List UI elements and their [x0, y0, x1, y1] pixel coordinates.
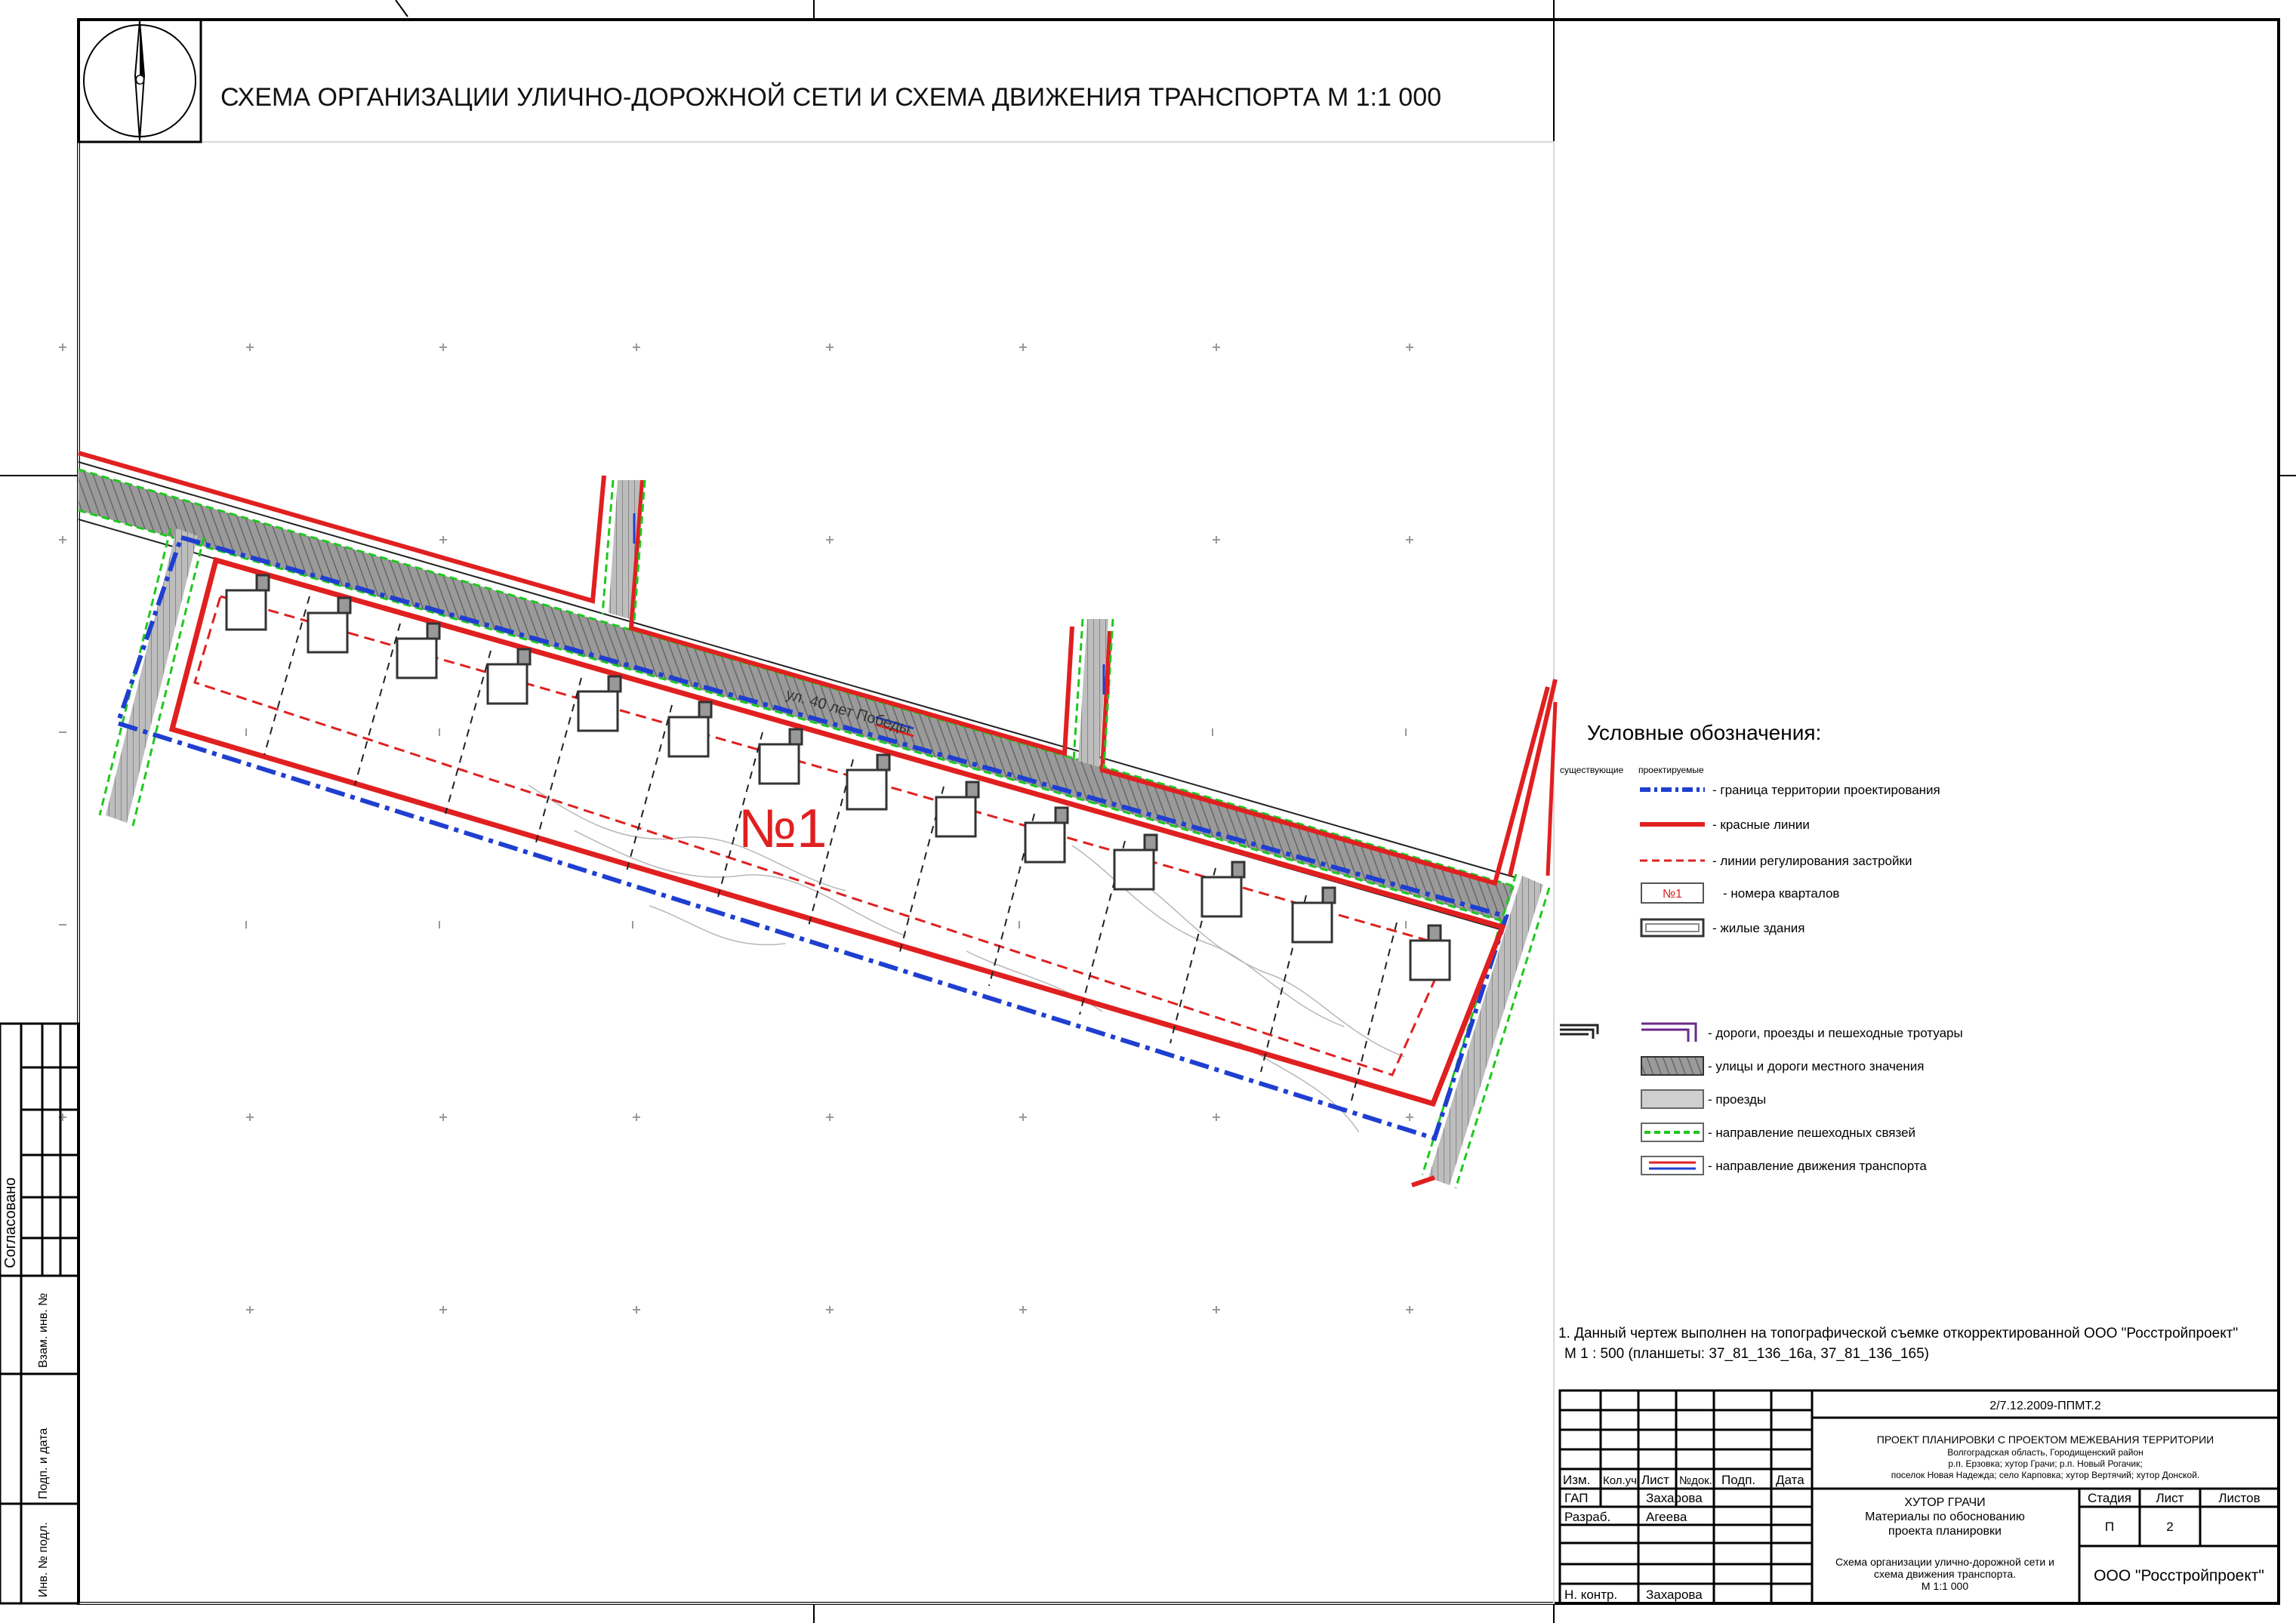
tb-drawing-line1: Схема организации улично-дорожной сети и: [1835, 1556, 2054, 1568]
map-area: №1 ул. 40 лет Победы: [78, 451, 1558, 1189]
tb-drawing-line2: схема движения транспорта.: [1874, 1568, 2016, 1580]
title-block: Изм. Кол.уч Лист №док. Подп. Дата ГАП За…: [1558, 1389, 2280, 1605]
building: [758, 728, 803, 785]
north-label: С: [135, 72, 145, 88]
tb-stage-label: Стадия: [2088, 1491, 2131, 1505]
legend-symbol-roads: [1560, 1022, 1697, 1042]
tb-project-line3: р.п. Ерзовка; хутор Грачи; р.п. Новый Ро…: [1948, 1458, 2142, 1469]
tb-header-ndok: №док.: [1679, 1474, 1712, 1487]
tb-doc-code: 2/7.12.2009-ППМТ.2: [1989, 1400, 2101, 1412]
legend-symbol-traffic: [1641, 1156, 1704, 1175]
note-line-1: 1. Данный чертеж выполнен на топографиче…: [1558, 1326, 2238, 1341]
tb-header-data: Дата: [1776, 1473, 1804, 1487]
page-title: СХЕМА ОРГАНИЗАЦИИ УЛИЧНО-ДОРОЖНОЙ СЕТИ И…: [220, 83, 1441, 112]
north-arrow: С: [77, 18, 202, 143]
tb-name-gap: Захарова: [1646, 1491, 1703, 1505]
tb-header-podp: Подп.: [1721, 1473, 1755, 1487]
building: [307, 596, 352, 654]
tb-role-nkontr: Н. контр.: [1564, 1588, 1617, 1602]
tb-object-line2: Материалы по обоснованию: [1865, 1511, 2025, 1523]
building: [1291, 886, 1336, 944]
tb-sheets-label: Листов: [2218, 1491, 2260, 1505]
tb-header-izm: Изм.: [1563, 1473, 1590, 1487]
side-sign-date: Подп. и дата: [37, 1428, 50, 1499]
legend-col-existing: существующие: [1560, 765, 1624, 775]
tb-object-line3: проекта планировки: [1888, 1525, 2002, 1538]
building: [577, 675, 622, 732]
tb-sheet-value: 2: [2166, 1520, 2173, 1534]
legend-label-local-streets: - улицы и дороги местного значения: [1708, 1059, 1924, 1073]
block-number: №1: [738, 799, 827, 859]
legend-label-red-lines: - красные линии: [1712, 818, 1810, 832]
note-line-2: М 1 : 500 (планшеты: 37_81_136_16а, 37_8…: [1564, 1346, 1929, 1362]
building: [846, 753, 891, 811]
tb-sheet-label: Лист: [2156, 1491, 2184, 1505]
drawing-sheet: С СХЕМА ОРГАНИЗАЦИИ УЛИЧНО-ДОРОЖНОЙ СЕТИ…: [0, 0, 2296, 1623]
residential-buildings: [225, 574, 1451, 981]
legend-label-roads: - дороги, проезды и пешеходные тротуары: [1708, 1026, 1963, 1040]
tb-name-nkontr: Захарова: [1646, 1588, 1703, 1602]
tb-object-line1: ХУТОР ГРАЧИ: [1904, 1496, 1985, 1509]
tb-role-gap: ГАП: [1564, 1491, 1588, 1505]
tb-project-line2: Волгоградская область, Городищенский рай…: [1947, 1447, 2143, 1458]
legend-label-boundary: - граница территории проектирования: [1712, 783, 1940, 797]
building: [1409, 924, 1451, 981]
legend-symbol-building: [1640, 918, 1705, 938]
tb-drawing-line3: М 1:1 000: [1922, 1580, 1968, 1592]
legend-symbol-drives: [1641, 1089, 1704, 1109]
legend: Условные обозначения: существующие проек…: [1560, 721, 1963, 1175]
building: [396, 622, 441, 679]
legend-label-pedestrian: - направление пешеходных связей: [1708, 1126, 1915, 1140]
building: [1113, 833, 1158, 891]
building: [225, 574, 270, 631]
side-agreed: Согласовано: [2, 1178, 19, 1268]
legend-label-traffic: - направление движения транспорта: [1708, 1159, 1927, 1173]
legend-label-regulation: - линии регулирования застройки: [1712, 854, 1912, 868]
tb-company: ООО "Росстройпроект": [2094, 1567, 2264, 1585]
legend-symbol-local-streets: [1641, 1056, 1704, 1076]
legend-block-sample: №1: [1663, 888, 1682, 901]
building: [667, 701, 713, 758]
building: [486, 648, 532, 705]
legend-symbol-pedestrian: [1641, 1123, 1704, 1142]
tb-header-list: Лист: [1641, 1473, 1669, 1487]
tb-role-razrab: Разраб.: [1564, 1510, 1610, 1524]
legend-title: Условные обозначения:: [1587, 721, 1821, 744]
tb-header-kolych: Кол.уч: [1603, 1474, 1637, 1487]
side-inv-orig: Инв. № подл.: [37, 1522, 50, 1597]
tb-stage-value: П: [2105, 1520, 2114, 1534]
building: [1200, 861, 1246, 918]
tb-project-title: ПРОЕКТ ПЛАНИРОВКИ С ПРОЕКТОМ МЕЖЕВАНИЯ Т…: [1877, 1434, 2214, 1446]
side-inv-repl: Взам. инв. №: [37, 1293, 50, 1368]
legend-symbol-block-number: №1: [1641, 882, 1704, 904]
tb-name-razrab: Агеева: [1646, 1510, 1687, 1524]
legend-label-drives: - проезды: [1708, 1092, 1766, 1107]
legend-label-buildings: - жилые здания: [1712, 921, 1804, 935]
legend-label-block-numbers: - номера кварталов: [1723, 886, 1839, 901]
tb-project-line4: поселок Новая Надежда; село Карповка; ху…: [1891, 1470, 2200, 1480]
legend-col-projected: проектируемые: [1638, 765, 1704, 775]
building: [1024, 806, 1069, 864]
